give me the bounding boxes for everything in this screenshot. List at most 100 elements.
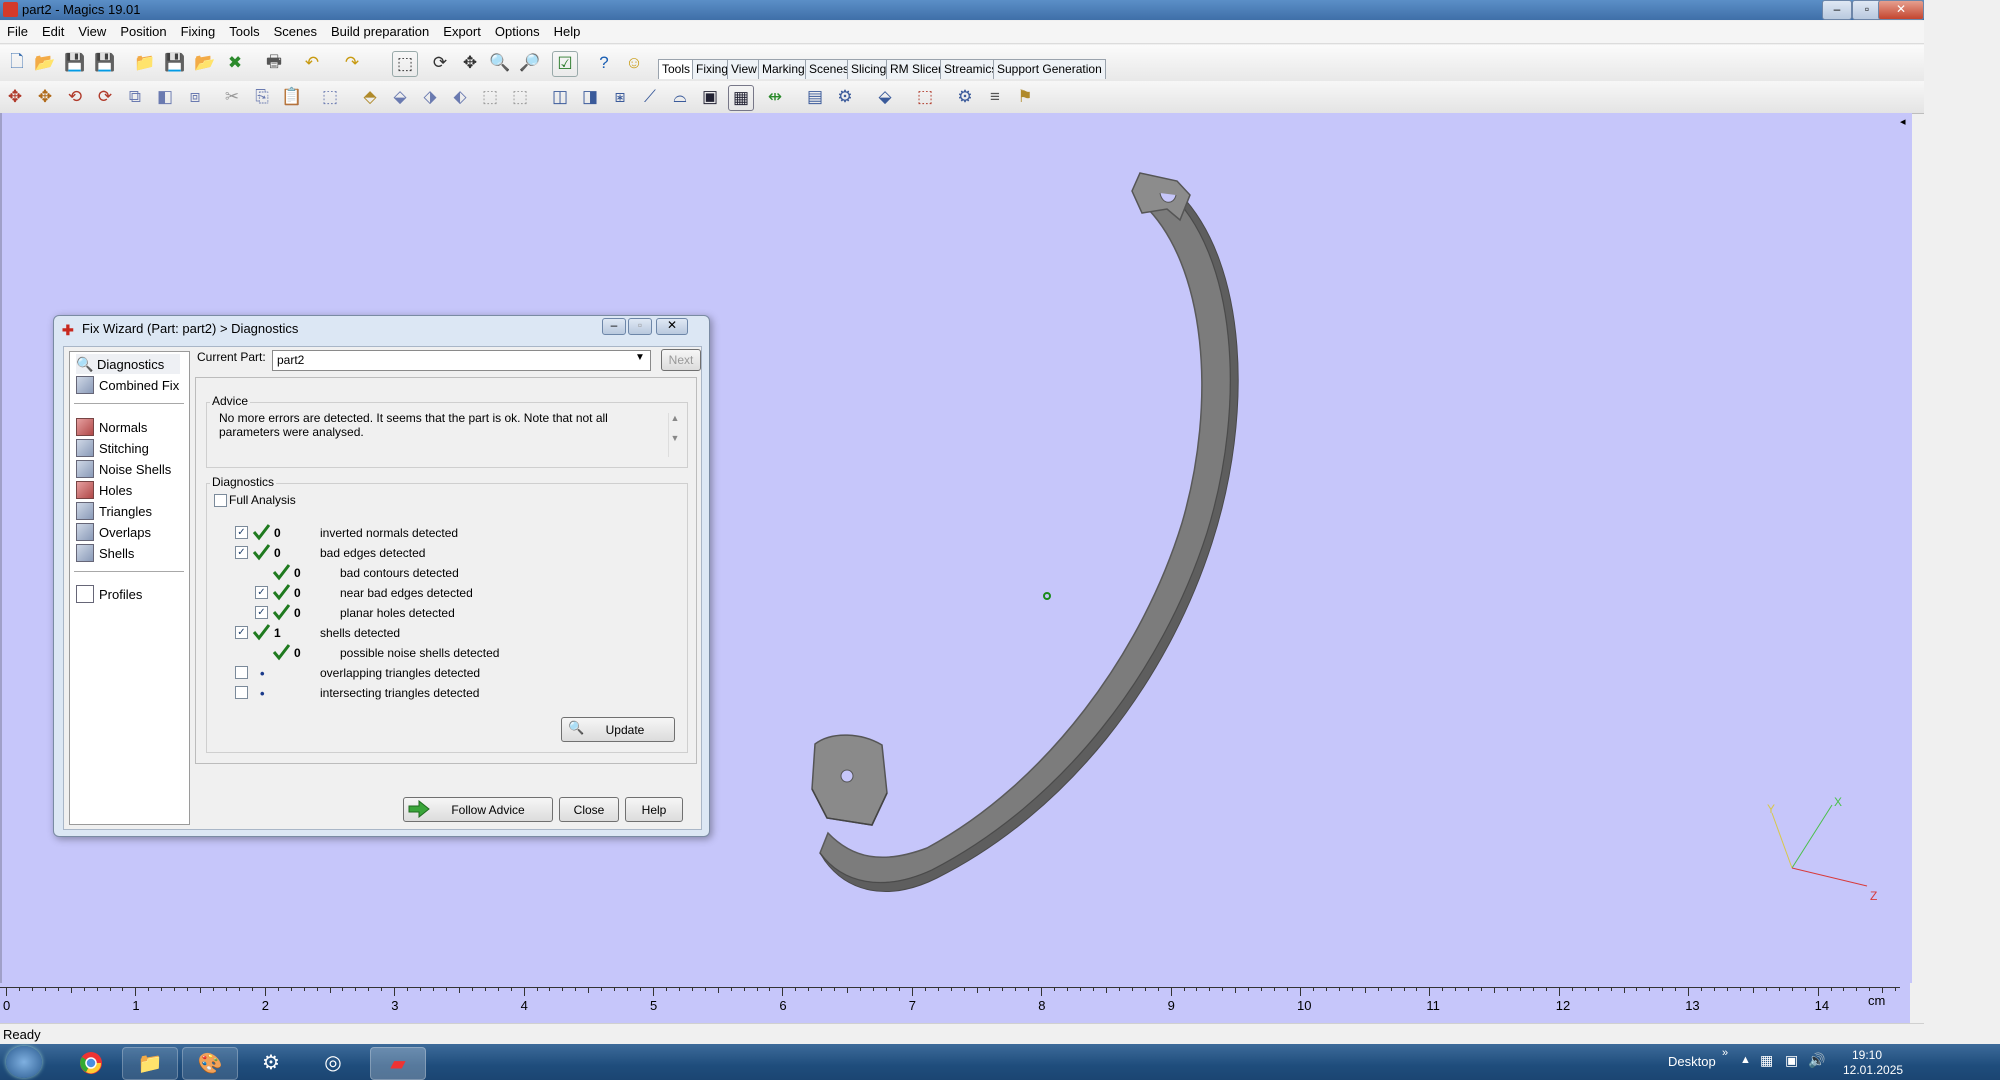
fix-wizard-icon[interactable]: ☑: [552, 51, 578, 77]
volume-icon[interactable]: 🔊: [1808, 1052, 1825, 1069]
clock-date[interactable]: 12.01.2025: [1843, 1063, 1903, 1077]
nav-item-normals[interactable]: Normals: [76, 417, 147, 437]
menu-position[interactable]: Position: [113, 21, 173, 41]
follow-advice-button[interactable]: Follow Advice: [403, 797, 553, 822]
help-button[interactable]: Help: [625, 797, 683, 822]
redo-icon[interactable]: ↷: [340, 51, 364, 75]
nav-item-shells[interactable]: Shells: [76, 543, 134, 563]
mirror-icon[interactable]: ◧: [153, 85, 177, 109]
help-icon[interactable]: ?: [592, 51, 616, 75]
tree-view-icon[interactable]: ⧆: [608, 85, 632, 109]
viewport-collapse-handle[interactable]: ◂: [1900, 115, 1910, 145]
dialog-maximize-button[interactable]: ▫: [628, 318, 652, 335]
menu-export[interactable]: Export: [436, 21, 488, 41]
machine-icon[interactable]: ⬚: [913, 85, 937, 109]
measure-icon[interactable]: ⬖: [448, 85, 472, 109]
plane-view-icon[interactable]: ⟋: [638, 85, 662, 109]
tab-view[interactable]: View: [727, 59, 761, 79]
overlapping-triangles-checkbox[interactable]: [235, 666, 248, 679]
print-icon[interactable]: 🖶: [262, 51, 286, 75]
analyze-icon[interactable]: ⚙: [833, 85, 857, 109]
bad-edges-checkbox[interactable]: ✓: [235, 546, 248, 559]
magics-taskbar-icon[interactable]: ▰: [370, 1047, 426, 1080]
toolbar-expand-icon[interactable]: »: [1722, 1047, 1728, 1059]
cut-icon[interactable]: ✂: [220, 85, 244, 109]
desktop-toolbar-label[interactable]: Desktop: [1668, 1054, 1716, 1069]
near-bad-edges-checkbox[interactable]: ✓: [255, 586, 268, 599]
select-icon[interactable]: ⬚: [392, 51, 418, 77]
save-as-icon[interactable]: 💾: [93, 51, 117, 75]
clock-time[interactable]: 19:10: [1852, 1048, 1882, 1062]
shells-checkbox[interactable]: ✓: [235, 626, 248, 639]
context-help-icon[interactable]: ☺: [622, 51, 646, 75]
nav-item-noise-shells[interactable]: Noise Shells: [76, 459, 171, 479]
copy-icon[interactable]: ⎘: [250, 85, 274, 109]
nav-item-triangles[interactable]: Triangles: [76, 501, 152, 521]
rotate-view-icon[interactable]: ⟳: [428, 51, 452, 75]
duplicate-icon[interactable]: ⧈: [183, 85, 207, 109]
offset-icon[interactable]: ⬗: [418, 85, 442, 109]
unload-part-icon[interactable]: ✖: [223, 51, 247, 75]
hollow-icon[interactable]: ⬙: [388, 85, 412, 109]
nav-item-stitching[interactable]: Stitching: [76, 438, 149, 458]
rescale-icon[interactable]: ⧉: [123, 85, 147, 109]
tray-expand-icon[interactable]: ▲: [1740, 1054, 1751, 1066]
zoom-icon[interactable]: 🔍: [488, 51, 512, 75]
start-button[interactable]: [6, 1046, 42, 1078]
menu-scenes[interactable]: Scenes: [267, 21, 324, 41]
tab-support-generation[interactable]: Support Generation: [993, 59, 1106, 79]
dialog-close-button[interactable]: ✕: [656, 318, 688, 335]
close-button[interactable]: Close: [559, 797, 619, 822]
rotate-interactive-icon[interactable]: ⟳: [93, 85, 117, 109]
section-icon[interactable]: ⬚: [508, 85, 532, 109]
cube-view-icon[interactable]: ◫: [548, 85, 572, 109]
menu-tools[interactable]: Tools: [222, 21, 266, 41]
boolean-icon[interactable]: ⬘: [358, 85, 382, 109]
settings-icon[interactable]: ⚙: [953, 85, 977, 109]
menu-build-preparation[interactable]: Build preparation: [324, 21, 436, 41]
intersecting-triangles-checkbox[interactable]: [235, 686, 248, 699]
surface-view-icon[interactable]: ⌓: [668, 85, 692, 109]
nav-item-diagnostics[interactable]: 🔍 Diagnostics: [76, 354, 180, 374]
merge-parts-icon[interactable]: ⬚: [318, 85, 342, 109]
current-part-select[interactable]: part2 ▼: [272, 350, 651, 371]
import-part-icon[interactable]: 📁: [133, 51, 157, 75]
zoom-window-icon[interactable]: 🔎: [518, 51, 542, 75]
pan-view-icon[interactable]: ✥: [458, 51, 482, 75]
rotate-icon[interactable]: ⟲: [63, 85, 87, 109]
save-part-icon[interactable]: 💾: [163, 51, 187, 75]
tab-scenes[interactable]: Scenes: [805, 59, 854, 79]
wireframe-view-icon[interactable]: ▦: [728, 85, 754, 111]
menu-view[interactable]: View: [71, 21, 113, 41]
vpn-taskbar-icon[interactable]: ◎: [306, 1047, 360, 1078]
menu-options[interactable]: Options: [488, 21, 547, 41]
translate-icon[interactable]: ✥: [3, 85, 27, 109]
app-taskbar-icon[interactable]: ⚙: [244, 1047, 298, 1078]
minimize-button[interactable]: –: [1822, 0, 1852, 20]
extrude-icon[interactable]: ⬚: [478, 85, 502, 109]
next-button[interactable]: Next: [661, 349, 701, 371]
tab-rm-slicer[interactable]: RM Slicer: [886, 59, 947, 79]
menu-help[interactable]: Help: [547, 21, 588, 41]
nav-item-overlaps[interactable]: Overlaps: [76, 522, 151, 542]
advice-scrollbar[interactable]: ▲ ▼: [668, 413, 681, 457]
paste-icon[interactable]: 📋: [280, 85, 304, 109]
full-analysis-checkbox[interactable]: [214, 494, 227, 507]
align-icon[interactable]: ⇹: [763, 85, 787, 109]
shaded-view-icon[interactable]: ▣: [698, 85, 722, 109]
nav-item-combined-fix[interactable]: Combined Fix: [76, 375, 179, 395]
grid-icon[interactable]: ▤: [803, 85, 827, 109]
tab-fixing[interactable]: Fixing: [692, 59, 733, 79]
nav-item-profiles[interactable]: Profiles: [76, 584, 142, 604]
inverted-normals-checkbox[interactable]: ✓: [235, 526, 248, 539]
menu-edit[interactable]: Edit: [35, 21, 71, 41]
open-folder-icon[interactable]: 📂: [33, 51, 57, 75]
close-window-button[interactable]: ✕: [1878, 0, 1924, 20]
chrome-taskbar-icon[interactable]: [64, 1047, 118, 1078]
explorer-taskbar-icon[interactable]: 📁: [122, 1047, 178, 1080]
translate-to-default-icon[interactable]: ✥: [33, 85, 57, 109]
undo-icon[interactable]: ↶: [300, 51, 324, 75]
side-view-icon[interactable]: ◨: [578, 85, 602, 109]
new-file-icon[interactable]: 🗋: [5, 51, 29, 75]
tab-marking[interactable]: Marking: [758, 59, 809, 79]
